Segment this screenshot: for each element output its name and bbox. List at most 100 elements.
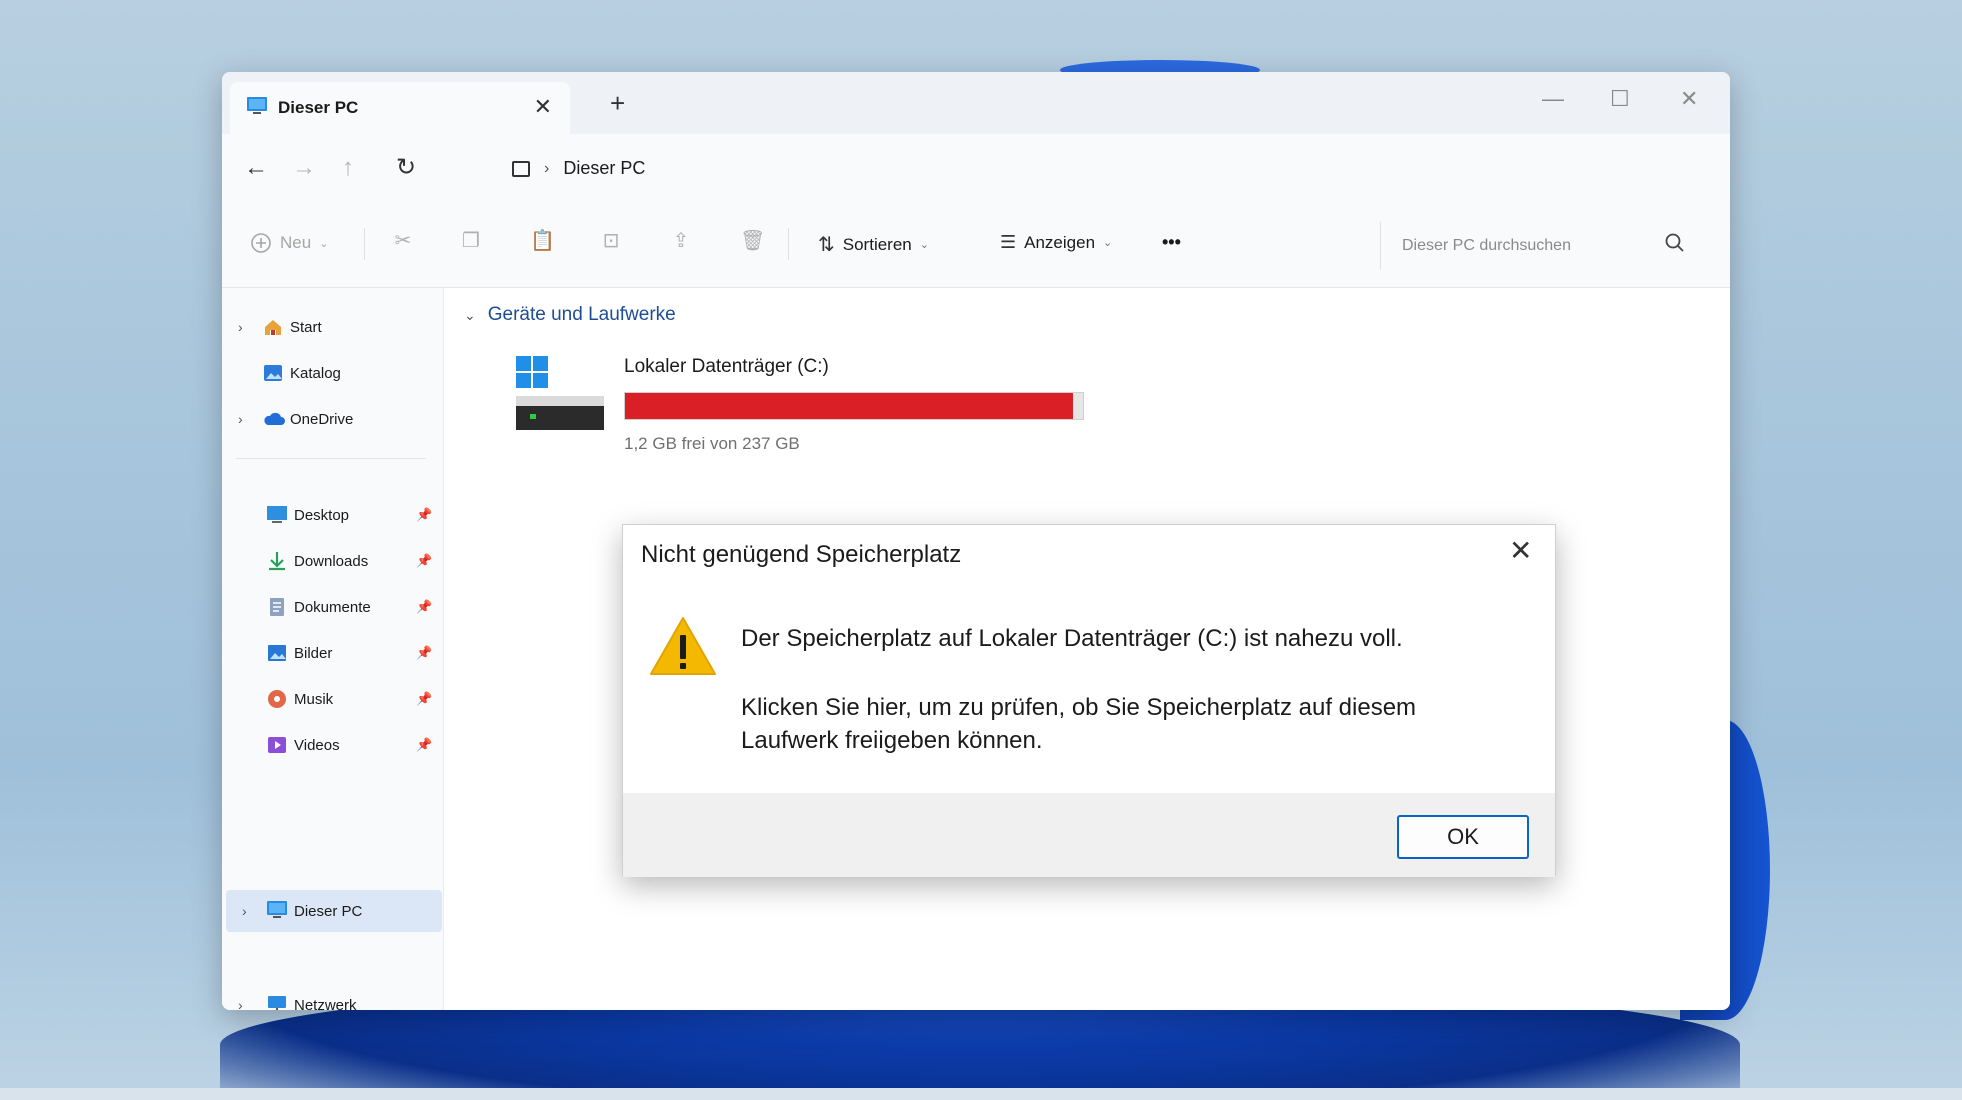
taskbar-strip xyxy=(0,1088,1962,1100)
share-icon[interactable]: ⇪ xyxy=(670,230,692,252)
cloud-icon xyxy=(262,408,285,430)
sidebar-item-netzwerk[interactable]: › Netzwerk xyxy=(222,984,444,1010)
sidebar-item-label: Musik xyxy=(294,690,334,708)
network-icon xyxy=(266,994,288,1010)
command-bar: Neu ⌄ ✂ ❐ 📋 ⊡ ⇪ 🗑 ⇅ Sortieren ⌄ ☰ Anzeig… xyxy=(222,204,1730,288)
group-header[interactable]: ⌄ Geräte und Laufwerke xyxy=(464,304,676,326)
dialog-title: Nicht genügend Speicherplatz xyxy=(641,541,962,568)
window-close-icon[interactable]: ✕ xyxy=(1680,88,1698,110)
document-icon xyxy=(266,596,288,618)
refresh-icon[interactable]: ↻ xyxy=(396,156,416,180)
warning-icon xyxy=(649,615,717,682)
chevron-right-icon[interactable]: › xyxy=(238,319,243,335)
sort-button-label: Sortieren xyxy=(842,234,912,254)
tab-close-icon[interactable]: ✕ xyxy=(534,96,552,118)
chevron-down-icon: ⌄ xyxy=(464,306,476,323)
music-icon xyxy=(266,688,288,710)
group-title: Geräte und Laufwerke xyxy=(487,304,676,325)
navigation-bar: ← → ↑ ↻ › Dieser PC xyxy=(222,134,1730,204)
rename-icon[interactable]: ⊡ xyxy=(600,230,622,252)
paste-icon[interactable]: 📋 xyxy=(530,230,555,252)
delete-icon[interactable]: 🗑 xyxy=(740,230,765,252)
download-icon xyxy=(266,550,288,572)
sidebar-item-label: Videos xyxy=(294,736,340,754)
sidebar-item-desktop[interactable]: Desktop 📌 xyxy=(222,494,444,536)
navigation-pane: › Start Katalog › OneDrive Desktop 📌 Dow… xyxy=(222,288,444,1010)
search-divider xyxy=(1380,222,1381,270)
new-button[interactable]: Neu ⌄ xyxy=(250,232,328,254)
view-list-icon: ☰ xyxy=(1000,232,1017,252)
ok-button[interactable]: OK xyxy=(1397,815,1529,859)
sort-icon: ⇅ xyxy=(818,234,835,256)
back-arrow-icon[interactable]: ← xyxy=(244,156,268,180)
sidebar-item-bilder[interactable]: Bilder 📌 xyxy=(222,632,444,674)
view-button[interactable]: ☰ Anzeigen ⌄ xyxy=(1000,232,1112,253)
view-button-label: Anzeigen xyxy=(1024,232,1096,252)
dialog-body[interactable]: Der Speicherplatz auf Lokaler Datenträge… xyxy=(623,585,1555,793)
sidebar-item-label: Dokumente xyxy=(294,598,371,616)
drive-free-space: 1,2 GB frei von 237 GB xyxy=(624,434,800,453)
chevron-right-icon[interactable]: › xyxy=(238,411,243,427)
sidebar-item-dieser-pc[interactable]: › Dieser PC xyxy=(226,890,442,932)
chevron-down-icon: ⌄ xyxy=(319,237,329,250)
dialog-footer: OK xyxy=(623,793,1555,877)
dialog-hint-link[interactable]: Klicken Sie hier, um zu prüfen, ob Sie S… xyxy=(741,691,1501,757)
sidebar-item-label: Netzwerk xyxy=(294,996,357,1011)
pin-icon[interactable]: 📌 xyxy=(416,691,432,707)
sidebar-item-label: Bilder xyxy=(294,644,333,662)
title-bar: Dieser PC ✕ + — ☐ ✕ xyxy=(222,72,1730,134)
sidebar-item-katalog[interactable]: Katalog xyxy=(222,352,444,394)
sidebar-item-start[interactable]: › Start xyxy=(222,306,444,348)
more-options-icon[interactable]: ••• xyxy=(1162,232,1181,253)
breadcrumb-root-icon[interactable] xyxy=(512,160,530,177)
maximize-icon[interactable]: ☐ xyxy=(1610,88,1630,110)
new-tab-icon[interactable]: + xyxy=(610,90,625,116)
sidebar-item-dokumente[interactable]: Dokumente 📌 xyxy=(222,586,444,628)
sidebar-item-label: Downloads xyxy=(294,552,369,570)
local-disk-icon xyxy=(516,356,604,430)
chevron-right-icon[interactable]: › xyxy=(242,903,247,919)
search-icon[interactable] xyxy=(1664,232,1686,259)
breadcrumb-item-dieser-pc[interactable]: Dieser PC xyxy=(563,158,645,179)
sidebar-item-label: Desktop xyxy=(294,506,350,524)
sidebar-divider xyxy=(236,458,426,459)
gallery-icon xyxy=(262,362,284,384)
drive-usage-bar xyxy=(624,392,1084,420)
sidebar-item-label: OneDrive xyxy=(290,410,354,428)
chevron-right-icon[interactable]: › xyxy=(238,997,243,1010)
sidebar-item-onedrive[interactable]: › OneDrive xyxy=(222,398,444,440)
forward-arrow-icon[interactable]: → xyxy=(292,156,316,180)
home-icon xyxy=(262,316,284,338)
pin-icon[interactable]: 📌 xyxy=(416,645,432,661)
chevron-down-icon: ⌄ xyxy=(1103,237,1113,249)
breadcrumb: › Dieser PC xyxy=(512,158,645,179)
pin-icon[interactable]: 📌 xyxy=(416,507,432,523)
drive-c-tile[interactable] xyxy=(514,354,606,437)
sidebar-item-label: Katalog xyxy=(290,364,341,382)
toolbar-divider xyxy=(364,228,365,260)
sidebar-item-musik[interactable]: Musik 📌 xyxy=(222,678,444,720)
this-pc-icon xyxy=(266,900,288,922)
drive-name[interactable]: Lokaler Datenträger (C:) xyxy=(624,356,829,378)
sidebar-item-videos[interactable]: Videos 📌 xyxy=(222,724,444,766)
up-arrow-icon[interactable]: ↑ xyxy=(342,156,354,180)
new-button-label: Neu xyxy=(280,233,312,252)
video-icon xyxy=(266,734,288,756)
plus-circle-icon xyxy=(251,233,271,253)
sidebar-item-label: Start xyxy=(290,318,322,336)
dialog-close-icon[interactable]: ✕ xyxy=(1509,537,1532,565)
dialog-message: Der Speicherplatz auf Lokaler Datenträge… xyxy=(741,625,1403,652)
tab-dieser-pc[interactable]: Dieser PC ✕ xyxy=(230,82,570,134)
pin-icon[interactable]: 📌 xyxy=(416,553,432,569)
cut-icon[interactable]: ✂ xyxy=(392,230,414,252)
pin-icon[interactable]: 📌 xyxy=(416,599,432,615)
pin-icon[interactable]: 📌 xyxy=(416,737,432,753)
minimize-icon[interactable]: — xyxy=(1542,88,1564,110)
sidebar-item-downloads[interactable]: Downloads 📌 xyxy=(222,540,444,582)
low-disk-space-dialog: Nicht genügend Speicherplatz ✕ Der Speic… xyxy=(622,524,1556,877)
copy-icon[interactable]: ❐ xyxy=(460,230,482,252)
this-pc-icon xyxy=(246,96,268,121)
sidebar-item-label: Dieser PC xyxy=(294,902,363,920)
sort-button[interactable]: ⇅ Sortieren ⌄ xyxy=(818,232,929,257)
chevron-down-icon: ⌄ xyxy=(919,239,929,251)
